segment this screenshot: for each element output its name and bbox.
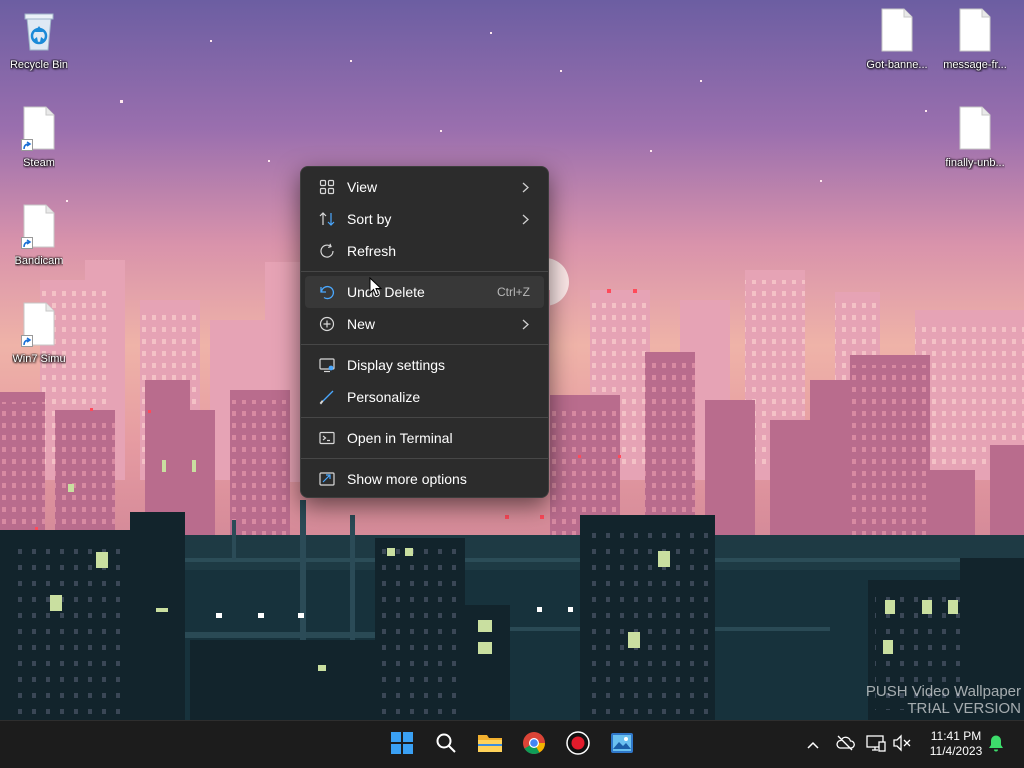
file-explorer-icon xyxy=(477,732,503,759)
taskbar: 11:41 PM 11/4/2023 xyxy=(0,720,1024,768)
start-button[interactable] xyxy=(386,729,418,761)
menu-item-personalize[interactable]: Personalize xyxy=(305,381,544,413)
desktop-icon-recycle-bin[interactable]: Recycle Bin xyxy=(1,7,77,87)
wallpaper-watermark: PUSH Video Wallpaper TRIAL VERSION xyxy=(866,683,1021,717)
chevron-right-icon xyxy=(520,213,530,225)
grid-icon xyxy=(318,178,336,196)
terminal-icon xyxy=(318,429,336,447)
plus-circle-icon xyxy=(318,315,336,333)
menu-separator xyxy=(301,344,548,345)
watermark-line-2: TRIAL VERSION xyxy=(907,700,1021,717)
desktop-icon-message-from[interactable]: message-fr... xyxy=(937,7,1013,87)
file-shortcut-icon xyxy=(21,105,57,151)
onedrive-tray-button[interactable] xyxy=(835,735,855,755)
desktop-icon-label: Steam xyxy=(23,157,55,169)
desktop-icon-got-banned[interactable]: Got-banne... xyxy=(859,7,935,87)
menu-item-label: Display settings xyxy=(347,357,446,373)
screen-recorder-button[interactable] xyxy=(562,729,594,761)
menu-item-sort-by[interactable]: Sort by xyxy=(305,203,544,235)
menu-item-show-more-options[interactable]: Show more options xyxy=(305,463,544,495)
photos-icon xyxy=(610,732,634,759)
shortcut-arrow-icon xyxy=(21,139,33,151)
recycle-bin-icon xyxy=(21,7,57,53)
desktop-icon-label: Got-banne... xyxy=(866,59,928,71)
file-explorer-button[interactable] xyxy=(474,729,506,761)
file-shortcut-icon xyxy=(21,203,57,249)
search-button[interactable] xyxy=(430,729,462,761)
file-icon xyxy=(879,7,915,53)
menu-item-label: Open in Terminal xyxy=(347,430,453,446)
desktop-icon-label: message-fr... xyxy=(943,59,1007,71)
sort-icon xyxy=(318,210,336,228)
volume-tray-button[interactable] xyxy=(892,733,912,757)
clock-time: 11:41 PM xyxy=(930,729,982,743)
watermark-line-1: PUSH Video Wallpaper xyxy=(865,683,1021,700)
menu-item-view[interactable]: View xyxy=(305,171,544,203)
start-icon xyxy=(391,731,413,759)
desktop-context-menu: View Sort by Refresh Undo Delete Ctrl+Z … xyxy=(300,166,549,498)
menu-separator xyxy=(301,458,548,459)
chevron-right-icon xyxy=(520,181,530,193)
menu-item-label: Personalize xyxy=(347,389,421,405)
desktop-icon-label: Win7 Simu xyxy=(12,353,66,365)
file-icon xyxy=(957,105,993,151)
menu-item-undo-delete[interactable]: Undo Delete Ctrl+Z xyxy=(305,276,544,308)
shortcut-arrow-icon xyxy=(21,335,33,347)
desktop-icon-win7-simu[interactable]: Win7 Simu xyxy=(1,301,77,381)
menu-item-label: Sort by xyxy=(347,211,392,227)
network-tray-button[interactable] xyxy=(866,734,886,757)
brush-icon xyxy=(318,388,336,406)
show-hidden-icons-button[interactable] xyxy=(803,735,823,755)
menu-item-shortcut: Ctrl+Z xyxy=(497,285,530,299)
file-shortcut-icon xyxy=(21,301,57,347)
volume-muted-icon xyxy=(892,733,912,757)
menu-item-refresh[interactable]: Refresh xyxy=(305,235,544,267)
search-icon xyxy=(435,732,457,759)
network-icon xyxy=(866,734,886,757)
file-icon xyxy=(957,7,993,53)
clock-date: 11/4/2023 xyxy=(929,744,983,758)
desktop-icon-label: finally-unb... xyxy=(945,157,1005,169)
undo-icon xyxy=(318,283,336,301)
desktop-icon-steam[interactable]: Steam xyxy=(1,105,77,185)
menu-item-label: Show more options xyxy=(347,471,467,487)
desktop-icon-bandicam[interactable]: Bandicam xyxy=(1,203,77,283)
desktop-icon-label: Recycle Bin xyxy=(9,59,69,71)
desktop-icon-finally-unbanned[interactable]: finally-unb... xyxy=(937,105,1013,185)
taskbar-clock[interactable]: 11:41 PM 11/4/2023 xyxy=(922,729,990,759)
menu-item-label: New xyxy=(347,316,376,332)
menu-item-display-settings[interactable]: Display settings xyxy=(305,349,544,381)
photos-button[interactable] xyxy=(606,729,638,761)
chrome-button[interactable] xyxy=(518,729,550,761)
chevron-up-icon xyxy=(807,736,819,754)
desktop-icon-label: Bandicam xyxy=(14,255,64,267)
menu-item-new[interactable]: New xyxy=(305,308,544,340)
cloud-offline-icon xyxy=(835,735,855,756)
menu-separator xyxy=(301,417,548,418)
more-options-icon xyxy=(318,470,336,488)
record-icon xyxy=(566,730,590,760)
notification-center-button[interactable] xyxy=(986,735,1006,755)
chevron-right-icon xyxy=(520,318,530,330)
display-icon xyxy=(318,356,336,374)
menu-item-label: View xyxy=(347,179,378,195)
refresh-icon xyxy=(318,242,336,260)
menu-item-open-in-terminal[interactable]: Open in Terminal xyxy=(305,422,544,454)
menu-separator xyxy=(301,271,548,272)
menu-item-label: Undo Delete xyxy=(347,284,425,300)
menu-item-label: Refresh xyxy=(347,243,397,259)
notification-bell-icon xyxy=(987,734,1005,757)
chrome-icon xyxy=(522,731,546,760)
shortcut-arrow-icon xyxy=(21,237,33,249)
